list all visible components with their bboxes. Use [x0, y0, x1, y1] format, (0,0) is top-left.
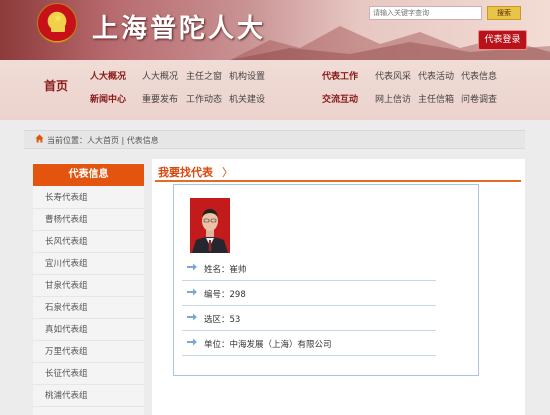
arrow-right-icon — [187, 288, 197, 296]
nav-category-overview[interactable]: 人大概况 — [90, 69, 126, 82]
sidebar-item-changzheng[interactable]: 长征代表组 — [33, 364, 144, 385]
representative-photo — [190, 198, 230, 253]
nav-home[interactable]: 首页 — [44, 77, 68, 94]
info-row-district: 选区：53 — [182, 306, 436, 331]
nav-link-director-mailbox[interactable]: 主任信箱 — [418, 92, 454, 105]
nav-link-survey[interactable]: 问卷调查 — [461, 92, 497, 105]
sidebar-item-zhenru[interactable]: 真如代表组 — [33, 320, 144, 341]
nav-category-news[interactable]: 新闻中心 — [90, 92, 126, 105]
arrow-right-icon — [187, 338, 197, 346]
site-title: 上海普陀人大 — [92, 14, 267, 44]
nav-link-organization[interactable]: 机构设置 — [229, 69, 265, 82]
nav-category-interaction[interactable]: 交流互动 — [322, 92, 358, 105]
section-title: 我要找代表 — [158, 166, 213, 179]
arrow-right-icon — [187, 263, 197, 271]
sidebar-title: 代表信息 — [33, 164, 144, 186]
section-divider — [155, 180, 521, 182]
rep-district: 选区：53 — [204, 315, 241, 325]
info-row-id: 编号：298 — [182, 281, 436, 306]
sidebar-item-taopu[interactable]: 桃浦代表组 — [33, 386, 144, 407]
search-button[interactable]: 搜索 — [487, 6, 521, 20]
sidebar-item-ganquan[interactable]: 甘泉代表组 — [33, 276, 144, 297]
nav-link-director-window[interactable]: 主任之窗 — [186, 69, 222, 82]
home-icon — [35, 134, 44, 143]
rep-name: 姓名：崔帅 — [204, 265, 247, 275]
search-input[interactable] — [369, 6, 482, 20]
rep-org: 单位：中海发展（上海）有限公司 — [204, 340, 332, 350]
breadcrumb: 当前位置：人大首页 | 代表信息 — [47, 136, 159, 145]
sidebar-item-wanli[interactable]: 万里代表组 — [33, 342, 144, 363]
arrow-right-icon — [187, 313, 197, 321]
info-row-name: 姓名：崔帅 — [182, 256, 436, 281]
nav-link-work-updates[interactable]: 工作动态 — [186, 92, 222, 105]
sidebar-item-yichuan[interactable]: 宜川代表组 — [33, 254, 144, 275]
sidebar-item-changshou[interactable]: 长寿代表组 — [33, 188, 144, 209]
nav-category-rep-work[interactable]: 代表工作 — [322, 69, 358, 82]
sidebar-item-caoyang[interactable]: 曹杨代表组 — [33, 210, 144, 231]
nav-link-rep-info[interactable]: 代表信息 — [461, 69, 497, 82]
national-emblem-icon: ★ — [37, 3, 77, 43]
nav-link-announcements[interactable]: 重要发布 — [142, 92, 178, 105]
nav-link-overview[interactable]: 人大概况 — [142, 69, 178, 82]
page: ★ 上海普陀人大 搜索 代表登录 首页 人大概况 新闻中心 代表工作 交流互动 … — [0, 0, 550, 415]
sidebar-item-shiquan[interactable]: 石泉代表组 — [33, 298, 144, 319]
sidebar-item-changfeng[interactable]: 长风代表组 — [33, 232, 144, 253]
rep-login-button[interactable]: 代表登录 — [478, 30, 527, 50]
rep-id: 编号：298 — [204, 290, 246, 300]
nav-link-rep-activities[interactable]: 代表活动 — [418, 69, 454, 82]
nav-link-rep-profiles[interactable]: 代表风采 — [375, 69, 411, 82]
nav-link-office-building[interactable]: 机关建设 — [229, 92, 265, 105]
nav-link-online-petition[interactable]: 网上信访 — [375, 92, 411, 105]
chevron-right-icon: 〉 — [222, 166, 233, 179]
info-row-org: 单位：中海发展（上海）有限公司 — [182, 331, 436, 356]
